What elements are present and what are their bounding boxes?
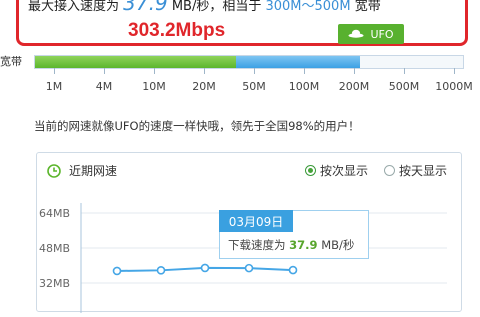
bandwidth-bar-blue xyxy=(236,56,361,68)
speed-prefix: 最大接入速度为 xyxy=(28,0,120,14)
speed-mbps: 303.2Mbps xyxy=(128,20,226,41)
bandwidth-tick-label: 1000M xyxy=(435,80,473,93)
y-tick-label: 48MB xyxy=(39,242,70,255)
bandwidth-tick-label: 100M xyxy=(288,80,320,93)
bandwidth-tick-label: 50M xyxy=(242,80,266,93)
bandwidth-tick-mark xyxy=(454,68,455,74)
tooltip-value: 37.9 xyxy=(289,238,318,252)
radio-unselected-icon xyxy=(383,165,395,176)
bandwidth-tick-mark xyxy=(304,68,305,74)
history-title: 近期网速 xyxy=(69,164,118,178)
tooltip-date: 03月09日 xyxy=(219,210,293,232)
bandwidth-bar xyxy=(34,55,464,69)
bandwidth-tick-mark xyxy=(154,68,155,74)
option-by-count[interactable]: 按次显示 xyxy=(304,162,368,179)
bandwidth-tick-label: 1M xyxy=(45,80,63,93)
radio-selected-icon xyxy=(304,165,316,176)
history-panel: 近期网速 按次显示 按天显示 64MB 48MB 32MB 03月09日 下载速度为… xyxy=(36,152,462,313)
history-header: 近期网速 xyxy=(47,162,117,179)
ufo-badge[interactable]: UFO xyxy=(338,24,404,44)
bandwidth-tick-mark xyxy=(204,68,205,74)
bandwidth-ticks: 1M 4M 10M 20M 50M 100M 200M 500M 1000M xyxy=(34,80,473,94)
data-point[interactable] xyxy=(288,265,298,275)
option-by-day[interactable]: 按天显示 xyxy=(383,162,447,179)
speed-summary: 最大接入速度为 37.9 MB/秒，相当于 300M～500M 宽带 xyxy=(28,0,381,15)
ufo-badge-label: UFO xyxy=(370,27,394,41)
bandwidth-tick-label: 4M xyxy=(95,80,113,93)
bandwidth-tick-label: 10M xyxy=(142,80,166,93)
option-by-day-label: 按天显示 xyxy=(398,164,447,178)
bandwidth-tick-mark xyxy=(354,68,355,74)
speed-tooltip: 03月09日 下载速度为 37.9 MB/秒 xyxy=(219,210,369,259)
comparison-text: 当前的网速就像UFO的速度一样快哦，领先于全国98%的用户！ xyxy=(34,119,360,133)
bandwidth-suffix: 宽带 xyxy=(354,0,381,14)
option-by-count-label: 按次显示 xyxy=(319,164,368,178)
ufo-icon xyxy=(348,29,364,38)
tooltip-body: 下载速度为 37.9 MB/秒 xyxy=(228,237,354,253)
bandwidth-range: 300M～500M xyxy=(265,0,351,14)
bandwidth-tick-mark xyxy=(104,68,105,74)
bandwidth-tick-label: 200M xyxy=(338,80,370,93)
bandwidth-tick-label: 20M xyxy=(192,80,216,93)
y-tick-label: 32MB xyxy=(39,277,70,290)
display-mode-options: 按次显示 按天显示 xyxy=(304,162,447,179)
y-tick-label: 64MB xyxy=(39,207,70,220)
bandwidth-label: 宽带 xyxy=(0,55,22,68)
data-point[interactable] xyxy=(244,263,254,273)
speed-unit: MB/秒，相当于 xyxy=(171,0,262,14)
bandwidth-tick-mark xyxy=(254,68,255,74)
tooltip-unit: MB/秒 xyxy=(321,238,355,252)
data-point[interactable] xyxy=(156,266,166,275)
clock-icon xyxy=(47,163,61,178)
bandwidth-bar-green xyxy=(35,56,237,68)
data-point[interactable] xyxy=(112,266,122,276)
speed-value: 37.9 xyxy=(123,0,168,15)
tooltip-prefix: 下载速度为 xyxy=(228,238,286,252)
data-point[interactable] xyxy=(200,263,210,273)
bandwidth-tick-mark xyxy=(54,68,55,74)
bandwidth-tick-mark xyxy=(404,68,405,74)
bandwidth-tick-label: 500M xyxy=(388,80,420,93)
